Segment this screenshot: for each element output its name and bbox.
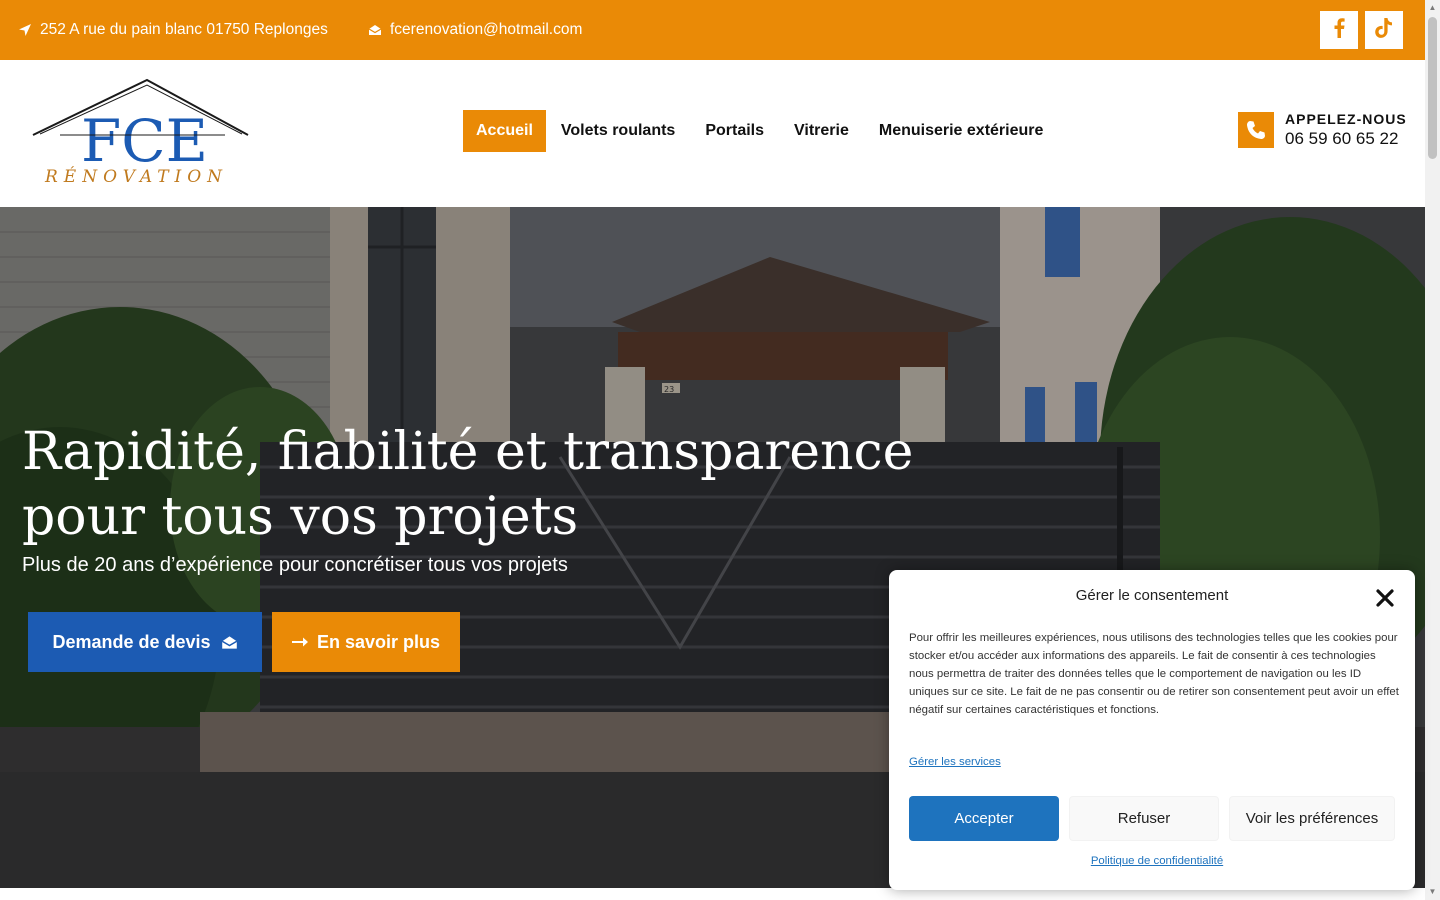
hero-subtitle: Plus de 20 ans d’expérience pour concrét…: [22, 554, 568, 576]
nav-item-vitrerie[interactable]: Vitrerie: [779, 110, 864, 152]
refuse-button[interactable]: Refuser: [1069, 796, 1219, 841]
quote-request-button[interactable]: Demande de devis: [28, 612, 262, 672]
tiktok-icon: [1375, 17, 1393, 43]
address-text: 252 A rue du pain blanc 01750 Replonges: [40, 21, 328, 38]
facebook-button[interactable]: [1320, 11, 1358, 49]
facebook-icon: [1333, 17, 1345, 43]
learn-more-button[interactable]: En savoir plus: [272, 612, 460, 672]
envelope-open-icon: [221, 634, 238, 651]
accept-button[interactable]: Accepter: [909, 796, 1059, 841]
nav-item-portails[interactable]: Portails: [690, 110, 779, 152]
scroll-down-arrow-icon[interactable]: ▼: [1428, 887, 1437, 896]
top-info-bar: 252 A rue du pain blanc 01750 Replonges …: [0, 0, 1425, 60]
tiktok-button[interactable]: [1365, 11, 1403, 49]
phone-number[interactable]: 06 59 60 65 22: [1285, 128, 1407, 150]
address-info: 252 A rue du pain blanc 01750 Replonges: [17, 0, 328, 60]
manage-services-link[interactable]: Gérer les services: [909, 756, 1001, 768]
nav-item-volets-roulants[interactable]: Volets roulants: [546, 110, 690, 152]
scrollbar-thumb[interactable]: [1428, 17, 1437, 159]
page-scrollbar[interactable]: ▲ ▼: [1425, 0, 1440, 900]
quote-request-label: Demande de devis: [52, 631, 211, 652]
site-logo[interactable]: FCE RÉNOVATION: [30, 77, 252, 189]
location-arrow-icon: [17, 22, 33, 38]
site-header: FCE RÉNOVATION Accueil Volets roulants P…: [0, 60, 1425, 207]
close-icon[interactable]: [1373, 586, 1397, 610]
scroll-up-arrow-icon[interactable]: ▲: [1428, 3, 1437, 12]
hero-title-line-1: Rapidité, fiabilité et transparence: [22, 422, 914, 482]
cookie-consent-dialog: Gérer le consentement Pour offrir les me…: [889, 570, 1415, 890]
view-preferences-button[interactable]: Voir les préférences: [1229, 796, 1395, 841]
logo-mark: FCE: [81, 107, 208, 175]
main-nav: Accueil Volets roulants Portails Vitreri…: [463, 110, 1058, 152]
nav-item-menuiserie-exterieure[interactable]: Menuiserie extérieure: [864, 110, 1059, 152]
learn-more-label: En savoir plus: [316, 631, 441, 652]
email-info[interactable]: fcerenovation@hotmail.com: [367, 0, 582, 60]
consent-title: Gérer le consentement: [1075, 587, 1229, 604]
envelope-open-icon: [367, 22, 383, 38]
call-us-title: APPELEZ-NOUS: [1285, 111, 1407, 127]
email-link[interactable]: fcerenovation@hotmail.com: [390, 21, 582, 39]
logo-subtitle: RÉNOVATION: [44, 166, 228, 187]
call-us-block[interactable]: APPELEZ-NOUS 06 59 60 65 22: [1238, 112, 1407, 150]
nav-item-accueil[interactable]: Accueil: [463, 110, 546, 152]
hero-title-line-2: pour tous vos projets: [22, 487, 579, 547]
arrow-right-icon: [291, 636, 308, 648]
consent-text: Pour offrir les meilleures expériences, …: [909, 632, 1399, 716]
phone-icon: [1238, 112, 1274, 148]
privacy-policy-link[interactable]: Politique de confidentialité: [889, 855, 1425, 867]
hero-title: Rapidité, fiabilité et transparence pour…: [22, 420, 922, 550]
